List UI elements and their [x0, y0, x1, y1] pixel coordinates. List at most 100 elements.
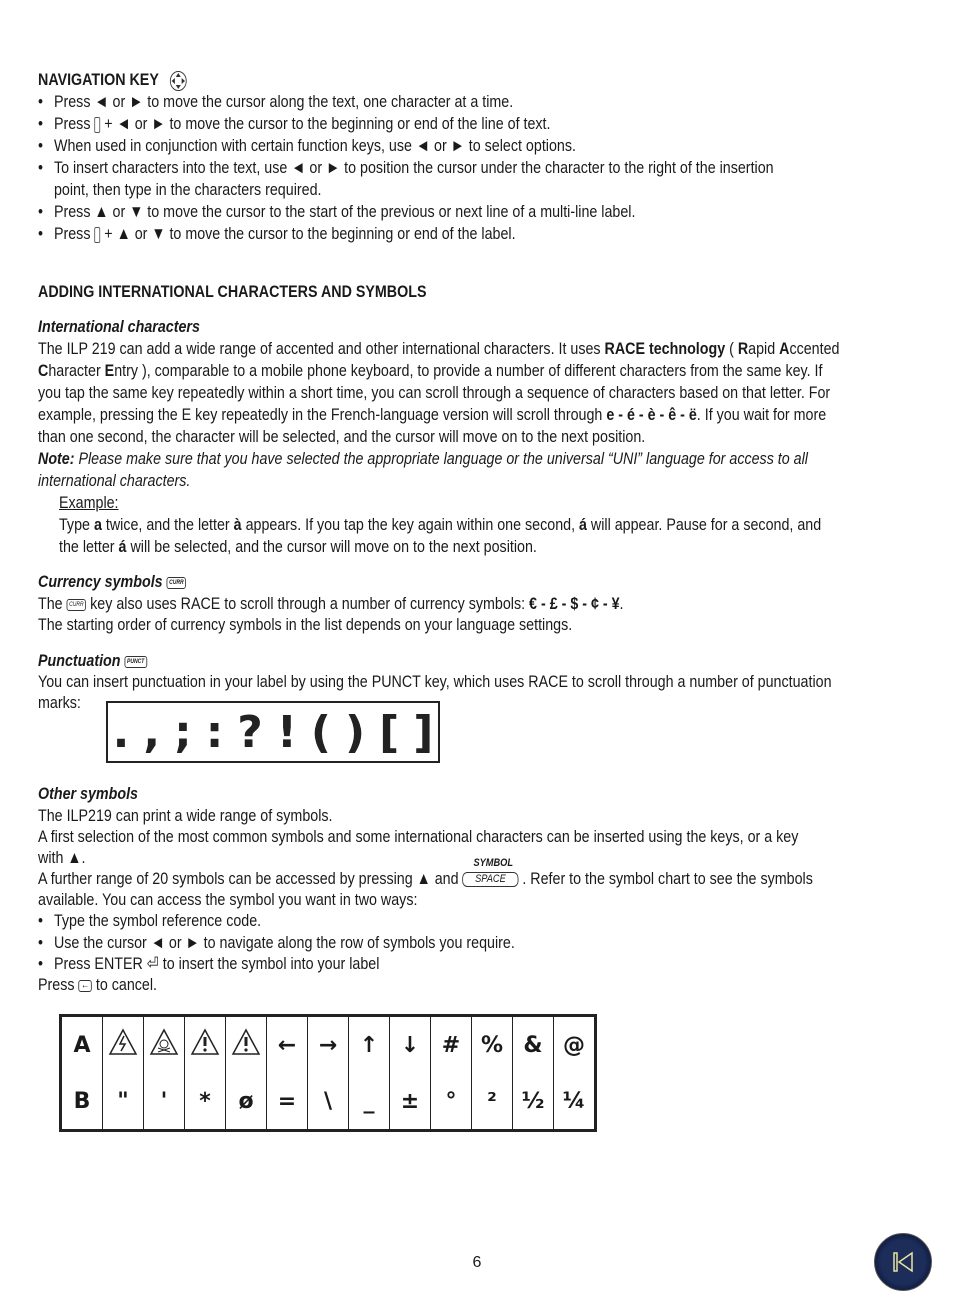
previous-page-button[interactable]	[874, 1233, 932, 1291]
t: ntry ), comparable to a mobile phone key…	[114, 361, 823, 380]
t: haracter	[48, 361, 105, 380]
nav-bullet-4-cont: point, then type in the characters requi…	[53, 180, 322, 199]
t: Please make sure that you have selected …	[74, 449, 808, 468]
punctuation-subheading: Punctuation PUNCT	[38, 650, 147, 672]
symbol-cell: #	[430, 1015, 472, 1073]
symbol-cell: "	[102, 1073, 144, 1131]
currency-line: The starting order of currency symbols i…	[38, 615, 573, 634]
punct-key-icon: PUNCT	[124, 655, 147, 668]
punct-mark: .	[112, 706, 130, 758]
other-subheading: Other symbols	[38, 784, 138, 803]
t: . Refer to the symbol chart to see the s…	[518, 869, 813, 888]
t: a	[93, 515, 102, 534]
t: e - é - è - ê - ë	[606, 405, 697, 424]
symbol-cell: =	[266, 1073, 308, 1131]
international-heading: ADDING INTERNATIONAL CHARACTERS AND SYMB…	[38, 282, 427, 301]
navigation-key-icon	[170, 70, 187, 91]
right-arrow-icon: →	[307, 1015, 349, 1073]
symbol-cell: &	[512, 1015, 554, 1073]
other-line: available. You can access the symbol you…	[38, 890, 418, 909]
symbol-cell: %	[471, 1015, 513, 1073]
t: apid	[748, 339, 780, 358]
symbol-cell: \	[307, 1073, 349, 1131]
t: C	[38, 361, 49, 380]
note-line: international characters.	[38, 471, 191, 490]
punct-line: You can insert punctuation in your label…	[38, 672, 832, 691]
punct-mark: ]	[413, 706, 434, 758]
t: key also uses RACE to scroll through a n…	[86, 594, 530, 613]
t: example, pressing the E key repeatedly i…	[38, 405, 607, 424]
text: Press	[53, 114, 95, 133]
symbol-space-key-icon: SPACE	[462, 857, 519, 888]
t: Currency symbols	[38, 572, 163, 591]
currency-subheading: Currency symbols CURR	[38, 571, 187, 593]
other-line: The ILP219 can print a wide range of sym…	[38, 806, 333, 825]
text: Press	[53, 224, 95, 243]
t: Press	[38, 975, 79, 994]
skip-back-icon	[893, 1251, 913, 1273]
punct-mark: (	[310, 706, 332, 758]
intl-para-line: The ILP 219 can add a wide range of acce…	[38, 338, 839, 360]
left-arrow-icon: ←	[266, 1015, 308, 1073]
punct-mark: )	[345, 706, 366, 758]
navigation-heading: NAVIGATION KEY	[38, 69, 188, 92]
symbol-row-a: A ← → ↑ ↓ # % & @	[61, 1015, 596, 1073]
symbol-cell: *	[184, 1073, 226, 1131]
t: will be selected, and the cursor will mo…	[126, 537, 537, 556]
other-line: with ▲.	[38, 848, 86, 867]
punct-mark: [	[379, 706, 400, 758]
t: will appear. Pause for a second, and	[586, 515, 822, 534]
t: (	[725, 339, 738, 358]
nav-bullet-3: When used in conjunction with certain fu…	[38, 135, 576, 157]
other-bullet: Press ENTER ⏎ to insert the symbol into …	[38, 953, 379, 975]
high-voltage-warning-icon	[102, 1015, 144, 1073]
caution-warning-icon	[184, 1015, 226, 1073]
curr-key-icon: CURR	[66, 598, 87, 611]
other-bullet: Use the cursor ◄ or ► to navigate along …	[38, 932, 515, 954]
nav-bullet-5: Press ▲ or ▼ to move the cursor to the s…	[38, 201, 635, 223]
currency-symbols: € - £ - $ - ¢ - ¥	[529, 594, 620, 613]
t: appears. If you tap the key again within…	[241, 515, 580, 534]
symbol-cell: _	[348, 1073, 390, 1131]
symbol-cell: ¼	[553, 1073, 596, 1131]
note-line: Note: Please make sure that you have sel…	[38, 448, 808, 470]
symbol-cell: ø	[225, 1073, 267, 1131]
down-arrow-icon: ↓	[389, 1015, 431, 1073]
t: ccented	[789, 339, 840, 358]
example-line: the letter á will be selected, and the c…	[59, 536, 537, 558]
t: RACE technology	[604, 339, 726, 358]
curr-key-icon: CURR	[166, 576, 187, 589]
t: to cancel.	[91, 975, 158, 994]
t: Type	[59, 515, 94, 534]
t: R	[737, 339, 749, 358]
caution-warning-icon	[225, 1015, 267, 1073]
symbol-chart: A ← → ↑ ↓ # % & @ B " ' * ø = \ _ ± ° ² …	[59, 1014, 597, 1132]
symbol-cell: @	[553, 1015, 596, 1073]
row-label: A	[73, 1032, 91, 1058]
other-bullet: Type the symbol reference code.	[38, 910, 261, 932]
symbol-row-b: B " ' * ø = \ _ ± ° ² ½ ¼	[61, 1073, 596, 1131]
symbol-cell: ²	[471, 1073, 513, 1131]
international-subheading: International characters	[38, 317, 200, 336]
symbol-cell: '	[143, 1073, 185, 1131]
intl-para-line: example, pressing the E key repeatedly i…	[38, 404, 826, 426]
other-line: A further range of 20 symbols can be acc…	[38, 857, 813, 890]
symbol-cell: °	[430, 1073, 472, 1131]
intl-para-line: Character Entry ), comparable to a mobil…	[38, 360, 822, 382]
backspace-key-icon: ←	[78, 979, 92, 992]
cancel-line: Press ← to cancel.	[38, 974, 157, 996]
nav-bullet-4: To insert characters into the text, use …	[38, 157, 774, 179]
text: + ▲ or ▼ to move the cursor to the begin…	[100, 224, 516, 243]
currency-line: The CURR key also uses RACE to scroll th…	[38, 594, 624, 613]
nav-bullet-1: Press ◄ or ► to move the cursor along th…	[38, 91, 513, 113]
example-line: Type a twice, and the letter à appears. …	[59, 514, 821, 536]
up-arrow-icon: ↑	[348, 1015, 390, 1073]
heading-text: NAVIGATION KEY	[38, 70, 159, 89]
t: The	[38, 594, 67, 613]
nav-bullet-6: Press + ▲ or ▼ to move the cursor to the…	[38, 223, 516, 245]
t: twice, and the letter	[101, 515, 234, 534]
t: the letter	[59, 537, 119, 556]
t: . If you wait for more	[696, 405, 827, 424]
t: The ILP 219 can add a wide range of acce…	[38, 339, 605, 358]
row-label: B	[73, 1088, 91, 1114]
